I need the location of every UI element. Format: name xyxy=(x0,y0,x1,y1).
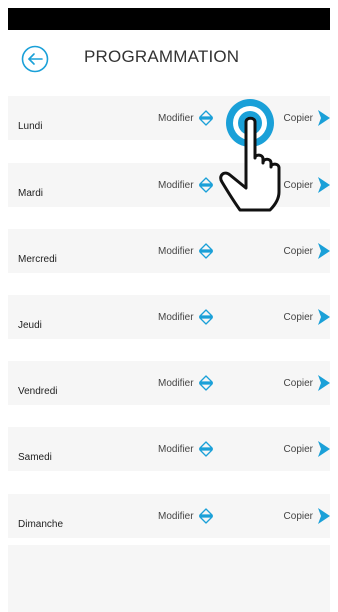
modify-label: Modifier xyxy=(158,245,194,257)
modify-label: Modifier xyxy=(158,510,194,522)
day-name: Jeudi xyxy=(18,320,42,331)
modify-label: Modifier xyxy=(158,179,194,191)
day-name: Dimanche xyxy=(18,519,64,530)
copy-arrow-icon xyxy=(318,375,330,391)
copy-arrow-icon xyxy=(318,243,330,259)
day-row-friday: Vendredi Modifier Copier xyxy=(8,361,330,405)
copy-button[interactable]: Copier xyxy=(284,295,330,339)
day-row-tuesday: Mardi Modifier Copier xyxy=(8,163,330,207)
modify-label: Modifier xyxy=(158,377,194,389)
app-header: PROGRAMMATION xyxy=(8,30,330,90)
copy-label: Copier xyxy=(283,245,313,257)
up-down-arrow-icon xyxy=(198,374,214,392)
day-row-monday: Lundi Modifier Copier xyxy=(8,96,330,140)
copy-arrow-icon xyxy=(318,309,330,325)
modify-button[interactable]: Modifier xyxy=(158,163,214,207)
up-down-arrow-icon xyxy=(198,242,214,260)
up-down-arrow-icon xyxy=(198,308,214,326)
copy-label: Copier xyxy=(283,311,313,323)
copy-label: Copier xyxy=(283,112,313,124)
up-down-arrow-icon xyxy=(198,176,214,194)
page-title: PROGRAMMATION xyxy=(84,47,240,66)
day-row-saturday: Samedi Modifier Copier xyxy=(8,427,330,471)
copy-button[interactable]: Copier xyxy=(284,163,330,207)
modify-button[interactable]: Modifier xyxy=(158,295,214,339)
day-name: Vendredi xyxy=(18,386,58,397)
copy-button[interactable]: Copier xyxy=(284,427,330,471)
modify-label: Modifier xyxy=(158,443,194,455)
modify-label: Modifier xyxy=(158,311,194,323)
day-row-thursday: Jeudi Modifier Copier xyxy=(8,295,330,339)
modify-label: Modifier xyxy=(158,112,194,124)
modify-button[interactable]: Modifier xyxy=(158,229,214,273)
up-down-arrow-icon xyxy=(198,507,214,525)
status-bar xyxy=(8,8,330,30)
copy-button[interactable]: Copier xyxy=(284,361,330,405)
modify-button[interactable]: Modifier xyxy=(158,494,214,538)
copy-button[interactable]: Copier xyxy=(284,229,330,273)
day-name: Mercredi xyxy=(18,254,57,265)
copy-label: Copier xyxy=(283,377,313,389)
copy-button[interactable]: Copier xyxy=(284,96,330,140)
back-arrow-circle-icon xyxy=(21,45,49,73)
day-row-sunday: Dimanche Modifier Copier xyxy=(8,494,330,538)
modify-button[interactable]: Modifier xyxy=(158,361,214,405)
copy-button[interactable]: Copier xyxy=(284,494,330,538)
day-name: Samedi xyxy=(18,452,52,463)
back-button[interactable] xyxy=(21,45,49,73)
copy-arrow-icon xyxy=(318,177,330,193)
day-name: Mardi xyxy=(18,188,44,199)
day-name: Lundi xyxy=(18,121,43,132)
empty-footer-area xyxy=(8,545,330,612)
modify-button[interactable]: Modifier xyxy=(158,427,214,471)
copy-arrow-icon xyxy=(318,508,330,524)
copy-arrow-icon xyxy=(318,110,330,126)
copy-arrow-icon xyxy=(318,441,330,457)
copy-label: Copier xyxy=(283,510,313,522)
copy-label: Copier xyxy=(283,443,313,455)
day-row-wednesday: Mercredi Modifier Copier xyxy=(8,229,330,273)
modify-button[interactable]: Modifier xyxy=(158,96,214,140)
copy-label: Copier xyxy=(283,179,313,191)
up-down-arrow-icon xyxy=(198,440,214,458)
up-down-arrow-icon xyxy=(198,109,214,127)
